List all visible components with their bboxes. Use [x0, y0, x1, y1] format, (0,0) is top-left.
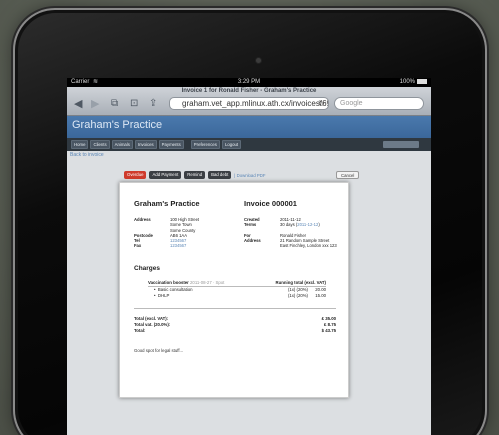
add-payment-button[interactable]: Add Payment	[149, 171, 182, 179]
running-total-label: Running total (excl. VAT)	[275, 280, 326, 285]
charge-line-amount: 15.00	[315, 293, 326, 298]
nav-logout[interactable]: Logout	[221, 140, 242, 149]
terms-label: Terms	[244, 222, 257, 228]
terms-value: 30 days (	[280, 222, 298, 228]
invoice-document: Graham's Practice Invoice 000001 Address…	[119, 182, 349, 398]
charge-item-name: Vaccination booster	[148, 280, 189, 285]
charge-line-name: DHLP	[157, 293, 170, 298]
charges-heading: Charges	[134, 265, 161, 272]
total-row: Total: $ 43.75	[134, 328, 336, 334]
back-icon[interactable]: ◀	[74, 98, 82, 110]
charge-line: • DHLP (1x) (20%) 15.00	[154, 293, 326, 298]
clock: 3:29 PM	[237, 79, 261, 85]
camera-dot	[256, 58, 261, 63]
practice-details: Address 100 High Street Some Town Some Co…	[134, 217, 199, 249]
total-value: $ 43.75	[321, 328, 336, 333]
nav-search-input[interactable]	[383, 141, 419, 148]
due-date-link[interactable]: 2011-12-12	[297, 222, 318, 227]
forward-icon[interactable]: ▶	[91, 98, 99, 110]
browser-toolbar: Invoice 1 for Ronald Fisher - Graham's P…	[67, 87, 431, 116]
fax-label: Fax	[134, 243, 142, 249]
overdue-badge[interactable]: Overdue	[124, 171, 147, 179]
share-icon[interactable]: ⇪	[149, 98, 157, 110]
battery-icon	[417, 78, 427, 84]
battery-percent: 100%	[399, 79, 415, 85]
search-field[interactable]: Google	[334, 97, 424, 110]
nav-animals[interactable]: Animals	[111, 140, 133, 149]
fax-link[interactable]: 1234567	[170, 243, 186, 248]
total-label: Total (excl. VAT):	[134, 316, 169, 321]
charge-item-meta: 2011-08-27 · Spot	[190, 280, 225, 285]
total-label: Total:	[134, 328, 146, 333]
tabs-icon[interactable]: ⧉	[111, 98, 118, 110]
back-to-invoice-link[interactable]: Back to invoice	[70, 152, 104, 158]
reload-icon[interactable]: ↻	[318, 98, 325, 109]
total-row: Total (excl. VAT): £ 35.00	[134, 316, 336, 322]
total-label: Total vat. (20.0%):	[134, 322, 171, 327]
practice-name: Graham's Practice	[134, 199, 200, 208]
url-text: graham.vet_app.mlinux.ath.cx/invoices/69	[182, 99, 329, 108]
charge-line-name: Basic consultation	[157, 287, 193, 292]
app-brand[interactable]: Graham's Practice	[72, 119, 162, 131]
status-bar: Carrier ≋ 3:29 PM 100%	[67, 78, 431, 87]
invoice-meta: Created 2011-11-12 Terms 30 days (2011-12-…	[244, 217, 337, 249]
nav-clients[interactable]: Clients	[90, 140, 110, 149]
page-title: Invoice 1 for Ronald Fisher - Graham's P…	[181, 88, 317, 94]
charge-line: • Basic consultation (1x) (20%) 20.00	[154, 287, 326, 292]
app-header: Graham's Practice	[67, 116, 431, 138]
url-field[interactable]: graham.vet_app.mlinux.ath.cx/invoices/69…	[169, 97, 329, 110]
charge-line-vat: (1x) (20%)	[287, 293, 308, 298]
charge-line-vat: (1x) (20%)	[287, 287, 308, 292]
terms-suffix: )	[318, 222, 320, 228]
charge-line-amount: 20.00	[315, 287, 326, 292]
total-row: Total vat. (20.0%): £ 8.75	[134, 322, 336, 328]
bad-debt-button[interactable]: Bad debt	[208, 171, 232, 179]
nav-invoices[interactable]: Invoices	[134, 140, 157, 149]
nav-preferences[interactable]: Preferences	[190, 140, 220, 149]
battery: 100%	[400, 78, 427, 87]
app-nav: Home Clients Animals Invoices Payments P…	[67, 138, 431, 151]
nav-payments[interactable]: Payments	[158, 140, 184, 149]
ipad-screen: Carrier ≋ 3:29 PM 100% Invoice 1 for Ron…	[67, 78, 431, 435]
legal-text: Good spot for legal stuff...	[134, 348, 184, 353]
total-value: £ 8.75	[324, 322, 336, 327]
total-value: £ 35.00	[321, 316, 336, 321]
cancel-button[interactable]: Cancel	[336, 171, 360, 179]
nav-home[interactable]: Home	[71, 140, 89, 149]
remind-button[interactable]: Remind	[184, 171, 206, 179]
client-address-line: East Finchley, London xxx 123	[280, 243, 337, 249]
charge-item-header: Vaccination booster 2011-08-27 · Spot Ru…	[148, 280, 326, 286]
invoice-title: Invoice 000001	[244, 199, 297, 208]
invoice-actions: Overdue Add Payment Remind Bad debt | Do…	[124, 171, 266, 179]
bookmarks-icon[interactable]: ⊡	[130, 98, 138, 110]
divider	[134, 308, 336, 309]
download-pdf-link[interactable]: | Download PDF	[234, 173, 265, 178]
